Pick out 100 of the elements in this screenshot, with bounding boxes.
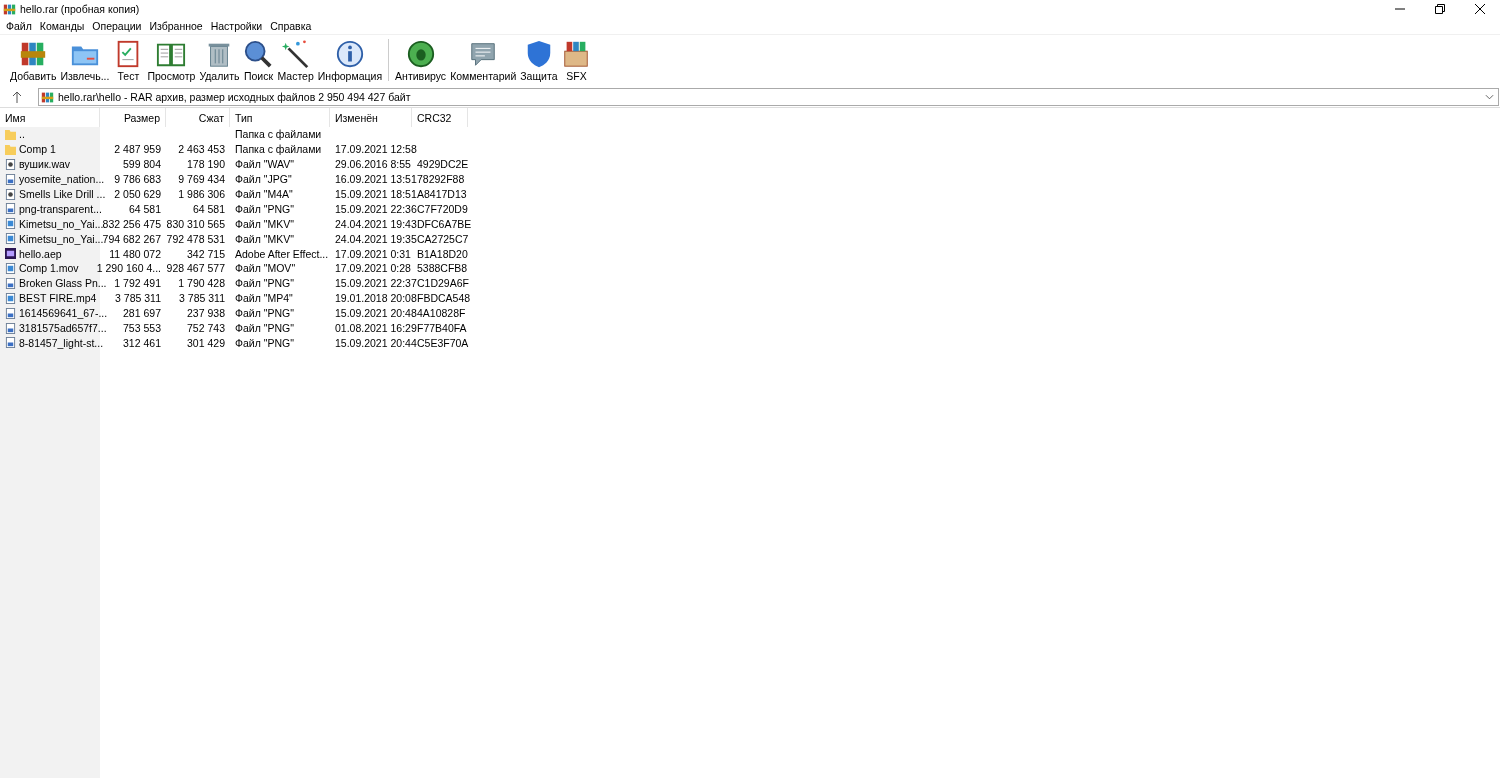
info-icon	[334, 39, 365, 69]
packed-size: 9 769 434	[178, 173, 225, 186]
packed-size: 928 467 577	[166, 262, 225, 275]
crc-value: C5E3F70A	[417, 336, 469, 349]
crc-value: C1D29A6F	[417, 277, 469, 290]
file-type-icon	[5, 337, 16, 349]
packed-size: 3 785 311	[179, 292, 225, 305]
toolbar-button[interactable]: Добавить	[8, 37, 59, 82]
name-header[interactable]: Имя	[0, 108, 100, 127]
file-type: Файл "MKV"	[235, 217, 294, 230]
packed-size: 1 790 428	[178, 277, 225, 290]
toolbar-button[interactable]: Тест	[111, 37, 146, 82]
file-type: Файл "MOV"	[235, 262, 296, 275]
file-type: Файл "PNG"	[235, 322, 294, 334]
modified-date: 16.09.2021 13:51	[335, 173, 417, 186]
crc-value: B1A18D20	[417, 247, 468, 260]
toolbar-button[interactable]: Удалить	[197, 37, 242, 82]
packed-size: 1 986 306	[178, 188, 225, 200]
file-type-icon	[5, 248, 16, 260]
menu-item[interactable]: Операции	[88, 20, 146, 32]
modified-date: 01.08.2021 16:29	[335, 322, 417, 334]
packed-size: 830 310 565	[166, 217, 225, 230]
archive-icon	[41, 90, 54, 104]
modified-date: 19.01.2018 20:08	[335, 292, 417, 305]
file-type-icon	[5, 233, 16, 245]
file-type: Файл "WAV"	[235, 158, 294, 171]
packed-size: 301 429	[187, 336, 225, 349]
restore-icon[interactable]	[1435, 4, 1445, 14]
file-name[interactable]: Kimetsu_no_Yai...	[19, 217, 104, 230]
crc-value: C7F720D9	[417, 202, 468, 215]
toolbar-button[interactable]: Защита	[518, 37, 560, 82]
file-size: 312 461	[123, 336, 161, 349]
app-logo-icon	[3, 2, 16, 16]
packed-size: 178 190	[187, 158, 225, 171]
file-type: Файл "M4A"	[235, 188, 293, 200]
toolbar-button[interactable]: Информация	[315, 37, 385, 82]
modified-date: 15.09.2021 20:44	[335, 336, 417, 349]
file-name[interactable]: Kimetsu_no_Yai...	[19, 232, 104, 245]
file-size: 1 290 160 4...	[96, 262, 161, 275]
file-name[interactable]: png-transparent...	[19, 202, 102, 215]
toolbar-button[interactable]: SFX	[559, 37, 594, 82]
file-name[interactable]: 3181575ad657f7...	[19, 322, 107, 334]
file-type-icon	[5, 322, 16, 334]
packed-size: 2 463 453	[178, 143, 225, 156]
file-name[interactable]: Broken Glass Pn...	[19, 277, 107, 290]
file-name[interactable]: yosemite_nation...	[19, 173, 105, 186]
menu-item[interactable]: Команды	[35, 20, 89, 32]
file-type: Папка с файлами	[235, 143, 322, 156]
file-type: Файл "MKV"	[235, 232, 294, 245]
crc-value: FBDCA548	[417, 292, 471, 305]
file-name[interactable]: ..	[19, 128, 25, 141]
modified-date: 17.09.2021 12:58	[335, 143, 417, 156]
file-type: Файл "PNG"	[235, 336, 294, 349]
toolbar-button[interactable]: Извлечь...	[58, 37, 112, 82]
file-name[interactable]: Comp 1.mov	[19, 262, 79, 275]
modified-date: 29.06.2016 8:55	[335, 158, 411, 171]
file-name[interactable]: 8-81457_light-st...	[19, 336, 104, 349]
file-type-icon	[5, 262, 16, 274]
file-size: 753 553	[123, 322, 161, 334]
file-name[interactable]: 1614569641_67-...	[19, 307, 108, 320]
packed-size: 342 715	[187, 247, 225, 260]
file-type: Файл "PNG"	[235, 202, 294, 215]
file-name[interactable]: hello.aep	[19, 247, 62, 260]
toolbar-button[interactable]: Поиск	[241, 37, 276, 82]
file-name[interactable]: BEST FIRE.mp4	[19, 292, 97, 305]
file-name[interactable]: Comp 1	[19, 143, 56, 156]
file-type: Файл "PNG"	[235, 307, 294, 320]
file-name[interactable]: вушик.wav	[19, 158, 71, 171]
modified-date: 15.09.2021 22:37	[335, 277, 417, 290]
menu-item[interactable]: Настройки	[206, 20, 267, 32]
toolbar-button[interactable]: Просмотр	[145, 37, 198, 82]
crc-value: CA2725C7	[417, 232, 469, 245]
menu-item[interactable]: Избранное	[145, 20, 207, 32]
close-icon[interactable]	[1475, 4, 1485, 14]
file-type-icon	[5, 203, 16, 215]
crc-value: A8417D13	[417, 188, 467, 200]
magic-wand-icon	[280, 39, 311, 69]
file-size: 794 682 267	[102, 232, 161, 245]
crc-value: 5388CFB8	[417, 262, 468, 275]
up-arrow-icon[interactable]	[12, 91, 22, 103]
file-type-icon	[5, 143, 16, 155]
path-field[interactable]: hello.rar\hello - RAR архив, размер исходных файлов 2 950 494 427 байт	[38, 88, 1499, 106]
file-type-icon	[5, 173, 16, 185]
chevron-down-icon[interactable]	[1485, 94, 1494, 100]
toolbar-button[interactable]: Мастер	[275, 37, 316, 82]
modified-date: 24.04.2021 19:35	[335, 232, 417, 245]
file-name[interactable]: Smells Like Drill ...	[19, 188, 106, 200]
file-type-icon	[5, 292, 16, 304]
toolbar-button[interactable]: Комментарий	[448, 37, 519, 82]
file-type: Adobe After Effect...	[235, 247, 329, 260]
modified-date: 17.09.2021 0:28	[335, 262, 411, 275]
file-size: 832 256 475	[102, 217, 161, 230]
modified-date: 15.09.2021 18:51	[335, 188, 417, 200]
toolbar-button[interactable]: Антивирус	[393, 37, 449, 82]
file-size: 11 480 072	[109, 247, 161, 260]
menu-item[interactable]: Справка	[266, 20, 316, 32]
packed-size: 237 938	[187, 307, 225, 320]
file-size: 281 697	[123, 307, 161, 320]
menu-item[interactable]: Файл	[2, 20, 36, 32]
bug-icon	[405, 39, 436, 69]
